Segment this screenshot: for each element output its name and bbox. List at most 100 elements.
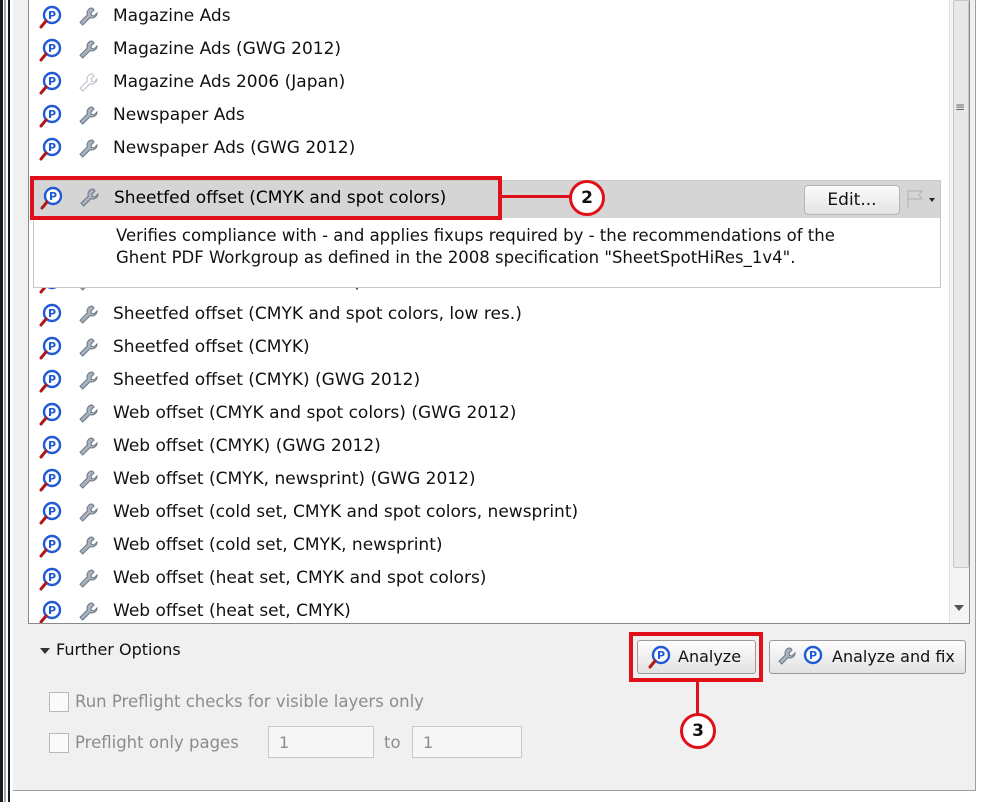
profile-label: Magazine Ads 2006 (Japan) [113,72,346,92]
scroll-down-arrow-icon[interactable] [954,605,964,611]
description-line-2: Ghent PDF Workgroup as defined in the 20… [116,248,796,267]
profile-list-item[interactable]: P Web offset (cold set, CMYK and spot col… [29,496,949,529]
profile-label: Magazine Ads [113,6,231,26]
pages-only-checkbox[interactable] [49,733,69,753]
profile-list-item[interactable]: P Magazine Ads 2006 (Japan) [29,66,949,99]
profile-list[interactable]: P Web offset (heat set, CMYK) P Web offset … [28,0,970,624]
svg-text:P: P [48,604,56,617]
profile-label: Magazine Ads (GWG 2012) [113,39,342,59]
preflight-profile-icon: P [39,71,62,95]
page-from-value: 1 [279,733,290,752]
svg-text:P: P [48,9,56,22]
svg-text:P: P [48,373,56,386]
profile-label: Newspaper Ads [113,105,245,125]
callout-3-connector [696,678,699,714]
analyze-and-fix-button[interactable]: P Analyze and fix [769,640,966,674]
profile-list-item[interactable]: P Web offset (CMYK and spot colors) (GWG … [29,397,949,430]
wrench-icon [79,404,98,423]
svg-text:P: P [48,307,56,320]
visible-layers-checkbox[interactable] [49,692,69,712]
profile-label: Web offset (CMYK, newsprint) (GWG 2012) [113,469,476,489]
visible-layers-label: Run Preflight checks for visible layers … [75,692,424,711]
page-to-input[interactable]: 1 [412,726,522,758]
preflight-profile-icon: P [39,435,62,459]
window-frame-left [0,0,3,802]
preflight-profile-icon: P [39,369,62,393]
profile-list-item[interactable]: P Web offset (cold set, CMYK, newsprint) [29,529,949,562]
svg-text:P: P [48,141,56,154]
profile-label: Web offset (CMYK) (GWG 2012) [113,436,381,456]
svg-text:P: P [809,649,817,662]
page-to-value: 1 [423,733,434,752]
svg-text:P: P [48,340,56,353]
profile-label: Newspaper Ads (GWG 2012) [113,138,356,158]
callout-2-connector [498,195,570,198]
preflight-profile-icon: P [39,104,62,128]
window-frame-edge [8,0,10,802]
profile-list-item[interactable]: P Newspaper Ads (GWG 2012) [29,132,949,165]
profile-label: Web offset (cold set, CMYK and spot colo… [113,502,579,522]
wrench-icon [79,305,98,324]
profile-list-item[interactable]: P Web offset (CMYK, newsprint) (GWG 2012) [29,463,949,496]
collapse-triangle-icon [40,647,50,654]
edit-button[interactable]: Edit... [804,185,900,215]
scrollbar-grip-icon: ≡ [955,100,966,114]
preflight-profile-icon: P [39,468,62,492]
flag-dropdown-icon[interactable] [902,187,938,211]
profile-label: Sheetfed offset (CMYK) (GWG 2012) [113,370,421,390]
wrench-icon [79,470,98,489]
scrollbar-thumb[interactable] [953,0,969,568]
selected-profile-description: Verifies compliance with - and applies f… [116,225,835,269]
pages-only-label: Preflight only pages [75,733,239,752]
callout-3-badge: 3 [680,713,716,749]
wrench-icon [79,73,98,92]
wrench-icon [79,437,98,456]
wrench-icon [79,7,98,26]
highlight-analyze-button [629,632,763,682]
profile-list-item[interactable]: P Magazine Ads (GWG 2012) [29,33,949,66]
preflight-profile-icon: P [39,402,62,426]
window-frame-inner-left [4,0,6,802]
wrench-icon [79,40,98,59]
wrench-icon [79,503,98,522]
svg-text:P: P [48,75,56,88]
svg-text:P: P [48,42,56,55]
preflight-profile-icon: P [39,600,62,623]
svg-text:P: P [48,439,56,452]
further-options-label: Further Options [56,640,181,659]
wrench-icon [79,536,98,555]
wrench-icon [79,602,98,621]
profile-label: Web offset (CMYK and spot colors) (GWG 2… [113,403,517,423]
svg-text:P: P [48,406,56,419]
highlight-selected-profile [30,176,502,220]
analyze-and-fix-label: Analyze and fix [832,647,955,666]
analyze-fix-icon: P [778,645,823,665]
preflight-profile-icon: P [39,137,62,161]
wrench-icon [79,139,98,158]
profile-list-item[interactable]: P Web offset (heat set, CMYK and spot col… [29,562,949,595]
svg-text:P: P [48,108,56,121]
profile-label: Sheetfed offset (CMYK) [113,337,310,357]
preflight-profile-icon: P [39,303,62,327]
svg-text:P: P [48,472,56,485]
profile-list-item[interactable]: P Sheetfed offset (CMYK) [29,331,949,364]
list-scrollbar[interactable]: ≡ [949,0,969,623]
svg-text:P: P [48,538,56,551]
profile-label: Web offset (heat set, CMYK and spot colo… [113,568,487,588]
profile-label: Web offset (heat set, CMYK) [113,601,351,621]
profile-label: Web offset (cold set, CMYK, newsprint) [113,535,443,555]
preflight-profile-icon: P [39,534,62,558]
page-from-input[interactable]: 1 [268,726,374,758]
profile-list-item[interactable]: P Sheetfed offset (CMYK) (GWG 2012) [29,364,949,397]
profile-list-item[interactable]: P Magazine Ads [29,0,949,33]
wrench-icon [79,338,98,357]
svg-text:P: P [48,571,56,584]
profile-list-item[interactable]: P Newspaper Ads [29,99,949,132]
profile-list-item[interactable]: P Web offset (CMYK) (GWG 2012) [29,430,949,463]
further-options-toggle[interactable]: Further Options [40,640,181,659]
preflight-profile-icon: P [39,501,62,525]
profile-list-item[interactable]: P Sheetfed offset (CMYK and spot colors, … [29,298,949,331]
preflight-profile-icon: P [39,5,62,29]
profile-list-item[interactable]: P Web offset (heat set, CMYK) [29,595,949,623]
wrench-icon [79,569,98,588]
